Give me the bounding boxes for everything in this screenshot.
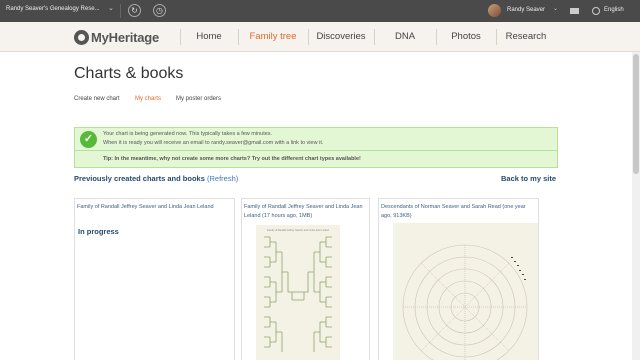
nav-discoveries[interactable]: Discoveries (308, 22, 374, 52)
sync-icon[interactable]: ↻ (128, 4, 141, 17)
chart-card[interactable]: Family of Randall Jeffrey Seaver and Lin… (241, 198, 370, 360)
history-icon[interactable]: ◷ (153, 4, 166, 17)
chart-card-title[interactable]: Family of Randall Jeffrey Seaver and Lin… (244, 203, 369, 220)
chart-card-title[interactable]: Descendants of Norman Seaver and Sarah R… (381, 203, 536, 220)
divider (120, 4, 121, 18)
main-nav: MyHeritage Home Family tree Discoveries … (0, 22, 640, 52)
descendant-fan-chart-image: · · (393, 223, 538, 360)
page-title: Charts & books (74, 65, 184, 82)
subnav-create-new-chart[interactable]: Create new chart (74, 96, 120, 102)
brand-name: MyHeritage (91, 29, 160, 45)
chart-card[interactable]: Family of Randall Jeffrey Seaver and Lin… (74, 198, 235, 360)
nav-family-tree[interactable]: Family tree (238, 22, 308, 52)
success-notice: ✓ Your chart is being generated now. Thi… (74, 127, 558, 168)
svg-text:· ·: · · (464, 306, 467, 310)
myheritage-logo-icon (74, 29, 89, 45)
globe-icon[interactable] (592, 7, 600, 15)
subnav-my-poster-orders[interactable]: My poster orders (176, 96, 221, 102)
nav-photos[interactable]: Photos (436, 22, 496, 52)
chevron-down-icon[interactable]: ⌄ (553, 5, 558, 12)
chart-status: In progress (78, 227, 119, 236)
chart-thumbnail[interactable]: Family of Randall Jeffrey Seaver and Lin… (256, 225, 340, 360)
svg-text:Family of Randall Jeffrey Seav: Family of Randall Jeffrey Seaver and Lin… (267, 229, 330, 232)
back-to-my-site-link[interactable]: Back to my site (501, 174, 556, 183)
section-heading: Previously created charts and books (Ref… (74, 174, 238, 183)
chart-card[interactable]: Descendants of Norman Seaver and Sarah R… (378, 198, 539, 360)
nav-dna[interactable]: DNA (374, 22, 436, 52)
notice-line-2: When it is ready you will receive an ema… (103, 140, 324, 146)
logo[interactable]: MyHeritage (74, 29, 159, 45)
mail-icon[interactable] (570, 8, 579, 14)
scrollbar-thumb[interactable] (633, 54, 639, 174)
site-switcher[interactable]: Randy Seaver's Genealogy Rese... (6, 6, 100, 12)
scrollbar[interactable] (632, 52, 640, 360)
chart-card-title[interactable]: Family of Randall Jeffrey Seaver and Lin… (77, 203, 232, 212)
top-bar: Randy Seaver's Genealogy Rese... ⌄ ↻ ◷ R… (0, 0, 640, 22)
refresh-link[interactable]: (Refresh) (207, 174, 238, 183)
nav-home[interactable]: Home (180, 22, 238, 52)
language-selector[interactable]: English (604, 7, 624, 13)
chart-thumbnail[interactable]: · · (393, 223, 538, 360)
avatar[interactable] (488, 4, 501, 17)
check-icon: ✓ (80, 131, 97, 148)
fan-tree-chart-image: Family of Randall Jeffrey Seaver and Lin… (258, 227, 338, 360)
chevron-down-icon[interactable]: ⌄ (108, 4, 114, 12)
notice-line-1: Your chart is being generated now. This … (103, 131, 273, 137)
notice-divider (75, 150, 557, 151)
section-heading-text: Previously created charts and books (74, 174, 205, 183)
subnav-my-charts[interactable]: My charts (135, 96, 161, 102)
nav-research[interactable]: Research (496, 22, 556, 52)
user-name[interactable]: Randy Seaver (507, 7, 545, 13)
notice-tip: Tip: In the meantime, why not create som… (103, 156, 361, 162)
